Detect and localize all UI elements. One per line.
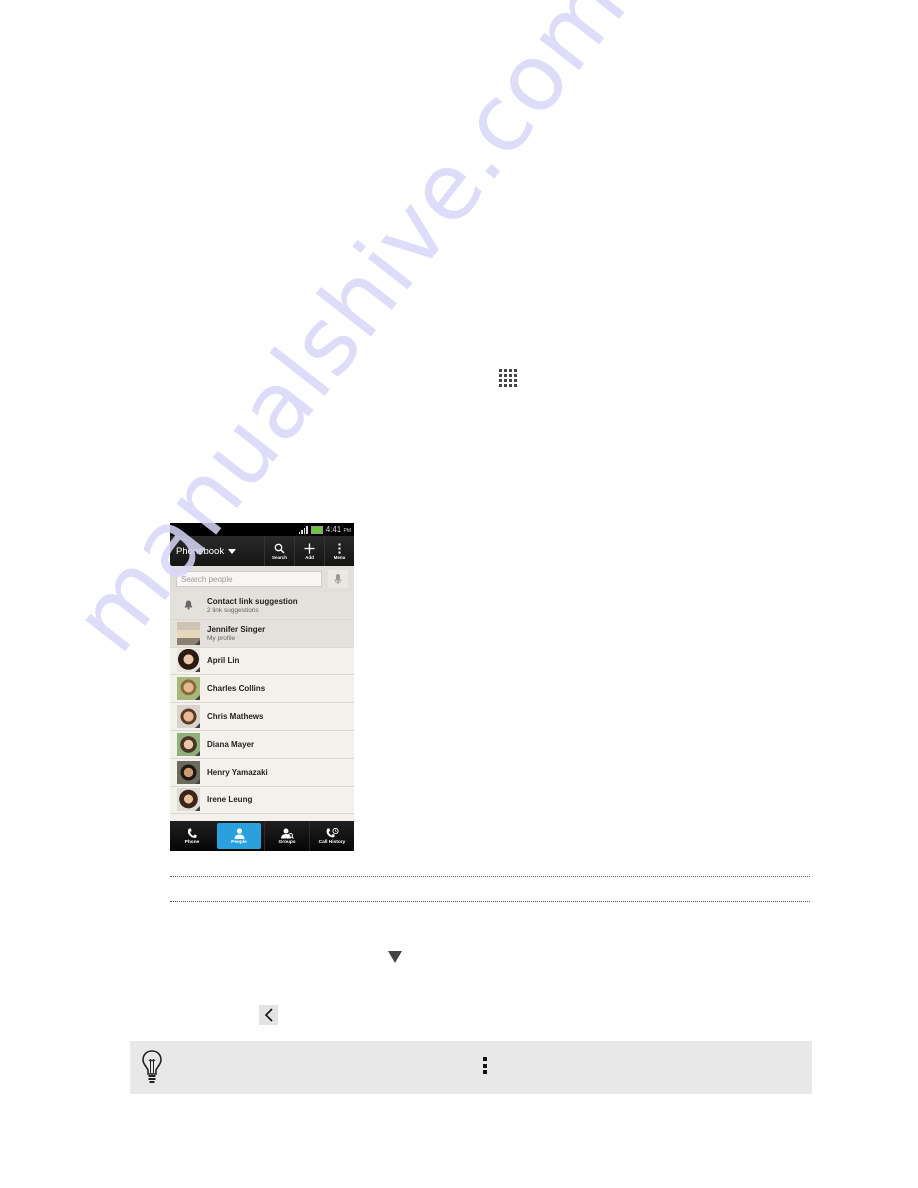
avatar	[177, 621, 200, 645]
avatar	[177, 677, 200, 701]
suggestion-title: Contact link suggestion	[207, 596, 298, 606]
divider	[170, 901, 810, 902]
avatar	[177, 760, 200, 784]
groups-icon	[280, 828, 294, 839]
add-button[interactable]: Add	[294, 536, 324, 566]
dropdown-triangle-icon	[388, 951, 402, 963]
battery-icon	[310, 525, 323, 534]
signal-icon	[298, 525, 308, 534]
menu-button[interactable]: Menu	[324, 536, 354, 566]
contact-name: April Lin	[207, 656, 240, 666]
search-button[interactable]: Search	[264, 536, 294, 566]
profile-subtitle: My profile	[207, 634, 236, 642]
suggestion-subtitle: 2 link suggestions	[207, 606, 259, 614]
profile-name: Jennifer Singer	[207, 624, 266, 634]
contact-row[interactable]: Charles Collins	[170, 675, 354, 704]
tip-box	[130, 1041, 812, 1094]
bell-icon	[184, 600, 193, 610]
bottom-tab-bar: Phone People Groups Call History	[170, 821, 354, 851]
tab-groups[interactable]: Groups	[264, 821, 309, 851]
plus-icon	[304, 543, 315, 553]
lightbulb-icon	[141, 1049, 163, 1085]
contact-link-suggestion[interactable]: Contact link suggestion 2 link suggestio…	[170, 592, 354, 620]
contact-name: Diana Mayer	[207, 739, 255, 749]
avatar	[177, 705, 200, 729]
contact-name: Henry Yamazaki	[207, 767, 268, 777]
contact-name: Chris Mathews	[207, 712, 264, 722]
tab-call-history[interactable]: Call History	[309, 821, 354, 851]
contact-row[interactable]: Henry Yamazaki	[170, 759, 354, 787]
call-history-icon	[326, 827, 339, 837]
avatar	[177, 649, 200, 673]
my-profile-row[interactable]: Jennifer Singer My profile	[170, 619, 354, 648]
contact-row[interactable]: Diana Mayer	[170, 731, 354, 759]
tab-people[interactable]: People	[217, 823, 261, 849]
action-bar: Phonebook Search Add Menu	[170, 536, 354, 566]
contact-list: Contact link suggestion 2 link suggestio…	[170, 592, 354, 815]
overflow-menu-icon	[338, 543, 341, 553]
contact-name: Irene Leung	[207, 795, 253, 805]
phone-icon	[187, 828, 197, 838]
microphone-icon	[334, 573, 342, 584]
contact-row[interactable]: April Lin	[170, 648, 354, 676]
chevron-down-icon	[228, 548, 237, 554]
search-icon	[274, 543, 285, 554]
contact-row[interactable]: Irene Leung	[170, 787, 354, 815]
clock: 4:41 PM	[325, 525, 351, 534]
contact-name: Charles Collins	[207, 684, 266, 694]
search-row: Search people	[170, 566, 354, 592]
back-chevron-icon	[259, 1005, 278, 1025]
phonebook-dropdown[interactable]: Phonebook	[170, 546, 264, 557]
contact-row[interactable]: Chris Mathews	[170, 703, 354, 731]
phone-screenshot: 4:41 PM Phonebook Search Add Menu Search…	[170, 523, 354, 851]
tab-phone[interactable]: Phone	[170, 821, 214, 851]
avatar	[177, 788, 200, 812]
voice-search-button[interactable]	[328, 570, 348, 588]
search-people-input[interactable]: Search people	[176, 571, 322, 587]
person-icon	[234, 827, 244, 839]
search-placeholder: Search people	[181, 574, 233, 584]
status-bar: 4:41 PM	[170, 523, 354, 536]
all-apps-icon	[499, 369, 517, 387]
overflow-menu-icon	[483, 1057, 488, 1074]
page-title: Phonebook	[176, 545, 225, 557]
avatar	[177, 732, 200, 756]
divider	[170, 876, 810, 877]
